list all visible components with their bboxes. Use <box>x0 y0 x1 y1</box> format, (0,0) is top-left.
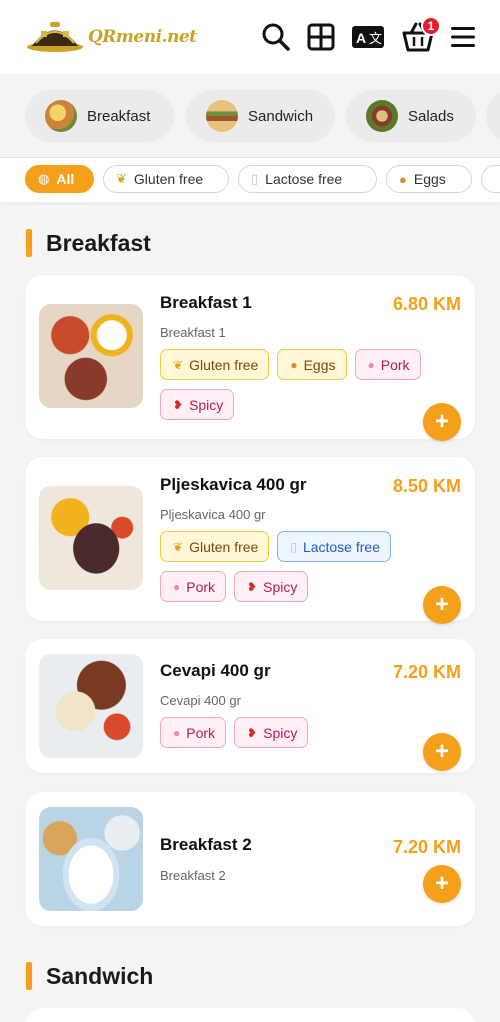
hamburger-menu-icon <box>451 27 475 47</box>
filter-lactose-free[interactable]: ▯ Lactose free <box>238 165 377 193</box>
glass-icon: ▯ <box>290 539 297 554</box>
grid-icon <box>307 23 335 51</box>
tag-spicy: ❥ Spicy <box>234 717 309 748</box>
item-description: Breakfast 1 <box>160 325 226 340</box>
main-menu-button[interactable] <box>446 20 480 54</box>
filter-label: All <box>56 171 75 187</box>
item-photo <box>39 486 143 590</box>
tag-pork: ● Pork <box>160 717 227 748</box>
plus-icon: + <box>434 591 449 618</box>
tag-lactose-free: ▯ Lactose free <box>277 531 391 562</box>
item-photo <box>39 654 143 758</box>
add-to-cart-button[interactable]: + <box>423 865 461 903</box>
tag-spicy: ❥ Spicy <box>160 389 235 420</box>
category-label: Sandwich <box>248 107 314 125</box>
filter-eggs[interactable]: ● Eggs <box>386 165 472 193</box>
egg-icon: ● <box>399 171 407 187</box>
category-label: Salads <box>408 107 454 125</box>
cart-count-badge: 1 <box>421 16 441 36</box>
search-icon <box>262 23 290 51</box>
item-price: 6.80 KM <box>392 294 461 314</box>
item-description: Breakfast 2 <box>160 868 226 883</box>
pig-icon: ● <box>173 579 181 594</box>
item-name: Breakfast 1 <box>160 293 252 312</box>
filter-label: Gluten free <box>133 171 204 187</box>
svg-text:文: 文 <box>369 32 382 47</box>
plus-icon: + <box>434 870 449 897</box>
item-description: Cevapi 400 gr <box>160 693 241 708</box>
search-button[interactable] <box>259 20 293 54</box>
item-price: 8.50 KM <box>392 476 461 496</box>
add-to-cart-button[interactable]: + <box>423 403 461 441</box>
pig-icon: ● <box>173 725 181 740</box>
tag-eggs: ● Eggs <box>277 349 347 380</box>
breakfast-thumbnail <box>45 100 77 132</box>
chili-icon: ❥ <box>247 579 258 594</box>
wheat-icon: ❦ <box>173 357 184 372</box>
brand-logo[interactable]: QRmeni.net <box>26 17 197 57</box>
menu-item-card[interactable]: Breakfast 1 6.80 KM Breakfast 1 ❦ Gluten … <box>25 275 475 441</box>
section-accent-bar <box>26 229 32 257</box>
chili-icon: ❥ <box>247 725 258 740</box>
chili-icon: ❥ <box>173 397 184 412</box>
language-button[interactable]: A 文 <box>351 20 385 54</box>
item-name: Cevapi 400 gr <box>160 661 271 680</box>
plus-icon: + <box>434 738 449 765</box>
wheat-icon: ❦ <box>116 171 127 186</box>
filter-label: Lactose free <box>265 171 343 187</box>
tag-pork: ● Pork <box>160 571 227 602</box>
section-title-breakfast: Breakfast <box>26 229 151 257</box>
salads-thumbnail <box>366 100 398 132</box>
app-header: QRmeni.net A 文 1 <box>0 0 500 74</box>
pig-icon: ● <box>367 357 375 372</box>
menu-item-card[interactable]: Cevapi 400 gr 7.20 KM Cevapi 400 gr ● Por… <box>25 639 475 773</box>
item-photo <box>39 807 143 911</box>
item-description: Pljeskavica 400 gr <box>160 507 266 522</box>
sandwich-thumbnail <box>206 100 238 132</box>
item-price: 7.20 KM <box>392 662 461 682</box>
section-title-sandwich: Sandwich <box>26 962 153 990</box>
menu-item-card[interactable]: Pljeskavica 400 gr 8.50 KM Pljeskavica 4… <box>25 457 475 624</box>
section-accent-bar <box>26 962 32 990</box>
item-tags: ● Pork ❥ Spicy <box>160 717 460 748</box>
tag-pork: ● Pork <box>354 349 421 380</box>
add-to-cart-button[interactable]: + <box>423 586 461 624</box>
brand-name: QRmeni.net <box>88 27 197 47</box>
category-label: Breakfast <box>87 107 151 125</box>
filter-next-partial[interactable] <box>481 165 500 193</box>
category-breakfast[interactable]: Breakfast <box>25 90 174 142</box>
menu-item-card[interactable]: Breakfast 2 7.20 KM Breakfast 2 + <box>25 792 475 926</box>
category-sandwich[interactable]: Sandwich <box>186 90 335 142</box>
filter-bar: ◍ All ❦ Gluten free ▯ Lactose free ● Egg… <box>0 158 500 202</box>
add-to-cart-button[interactable]: + <box>423 733 461 771</box>
glass-icon: ▯ <box>251 171 259 186</box>
filter-gluten-free[interactable]: ❦ Gluten free <box>103 165 229 193</box>
all-icon: ◍ <box>38 171 50 186</box>
tag-spicy: ❥ Spicy <box>234 571 309 602</box>
wheat-icon: ❦ <box>173 539 184 554</box>
category-next-partial[interactable] <box>486 90 500 142</box>
filter-all[interactable]: ◍ All <box>25 165 94 193</box>
item-name: Breakfast 2 <box>160 835 252 854</box>
svg-text:A: A <box>356 30 366 46</box>
plus-icon: + <box>434 408 449 435</box>
cart-button[interactable]: 1 <box>401 16 441 54</box>
egg-icon: ● <box>290 357 298 372</box>
tag-gluten-free: ❦ Gluten free <box>160 349 270 380</box>
item-photo <box>39 304 143 408</box>
cloche-logo-icon <box>27 22 83 52</box>
translate-icon: A 文 <box>352 26 384 48</box>
category-salads[interactable]: Salads <box>346 90 476 142</box>
item-name: Pljeskavica 400 gr <box>160 475 307 494</box>
item-tags: ❦ Gluten free ▯ Lactose free ● Pork ❥ Spicy <box>160 531 460 602</box>
item-tags: ❦ Gluten free ● Eggs ● Pork ❥ Spicy <box>160 349 460 420</box>
filter-label: Eggs <box>413 171 446 187</box>
menu-item-card-partial[interactable] <box>25 1008 475 1022</box>
category-bar: Breakfast Sandwich Salads <box>0 74 500 158</box>
grid-view-button[interactable] <box>304 20 338 54</box>
item-price: 7.20 KM <box>392 837 461 857</box>
tag-gluten-free: ❦ Gluten free <box>160 531 270 562</box>
